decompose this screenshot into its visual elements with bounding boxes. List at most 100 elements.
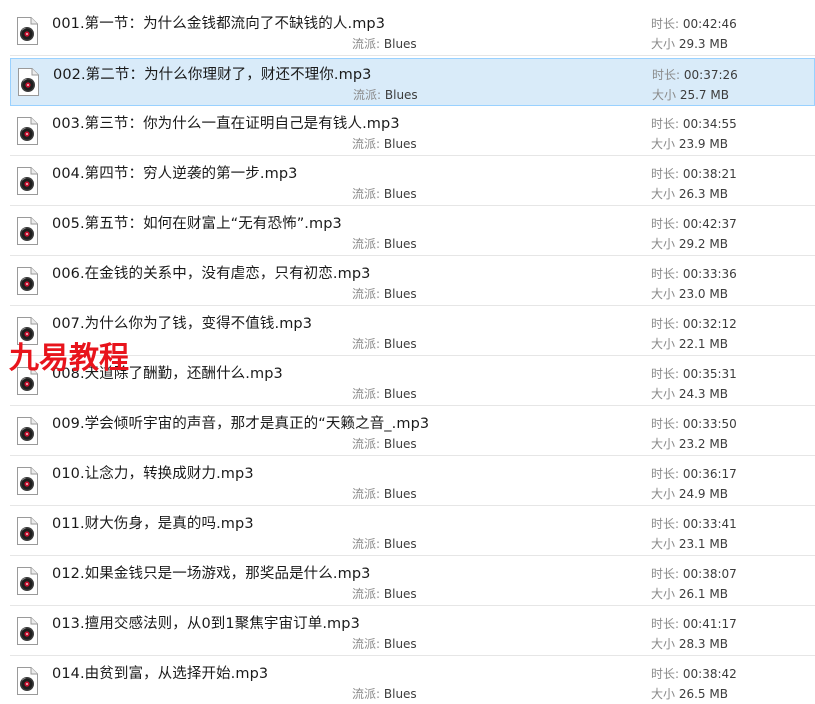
audio-file-icon	[17, 617, 38, 645]
duration-label: 时长:	[651, 417, 680, 431]
size-value: 26.5 MB	[678, 687, 728, 701]
file-name: 006.在金钱的关系中，没有虐恋，只有初恋.mp3	[52, 266, 371, 282]
genre-label: 流派:	[352, 337, 381, 351]
size-value: 22.1 MB	[678, 337, 728, 351]
size-value: 25.7 MB	[679, 88, 729, 102]
file-row-007[interactable]: 007.为什么你为了钱，变得不值钱.mp3 流派: Blues 时长: 00:3…	[10, 308, 815, 356]
genre-label: 流派:	[352, 487, 381, 501]
file-row-001[interactable]: 001.第一节：为什么金钱都流向了不缺钱的人.mp3 流派: Blues 时长:…	[10, 8, 815, 56]
duration-line: 时长: 00:38:21	[651, 165, 737, 182]
duration-line: 时长: 00:33:50	[651, 415, 737, 432]
duration-line: 时长: 00:42:37	[651, 215, 737, 232]
file-row-013[interactable]: 013.擅用交感法则，从0到1聚焦宇宙订单.mp3 流派: Blues 时长: …	[10, 608, 815, 656]
size-value: 23.2 MB	[678, 437, 728, 451]
genre-label: 流派:	[353, 88, 382, 102]
file-name: 004.第四节：穷人逆袭的第一步.mp3	[52, 166, 298, 182]
file-name: 013.擅用交感法则，从0到1聚焦宇宙订单.mp3	[52, 616, 360, 632]
genre-value: Blues	[383, 187, 417, 201]
genre-label: 流派:	[352, 287, 381, 301]
genre-label: 流派:	[352, 637, 381, 651]
genre-value: Blues	[383, 37, 417, 51]
file-name: 003.第三节：你为什么一直在证明自己是有钱人.mp3	[52, 116, 400, 132]
duration-label: 时长:	[651, 217, 680, 231]
genre-label: 流派:	[352, 137, 381, 151]
file-row-006[interactable]: 006.在金钱的关系中，没有虐恋，只有初恋.mp3 流派: Blues 时长: …	[10, 258, 815, 306]
file-row-010[interactable]: 010.让念力，转换成财力.mp3 流派: Blues 时长: 00:36:17…	[10, 458, 815, 506]
genre-label: 流派:	[352, 437, 381, 451]
audio-file-icon	[17, 517, 38, 545]
genre-line: 流派: Blues	[352, 585, 417, 602]
genre-line: 流派: Blues	[352, 385, 417, 402]
duration-line: 时长: 00:32:12	[651, 315, 737, 332]
duration-label: 时长:	[651, 17, 680, 31]
audio-file-icon	[17, 17, 38, 45]
duration-value: 00:33:41	[682, 517, 737, 531]
duration-label: 时长:	[651, 517, 680, 531]
size-line: 大小 28.3 MB	[651, 635, 728, 652]
duration-label: 时长:	[651, 317, 680, 331]
size-line: 大小 26.3 MB	[651, 185, 728, 202]
duration-value: 00:38:07	[682, 567, 737, 581]
genre-label: 流派:	[352, 387, 381, 401]
genre-value: Blues	[383, 587, 417, 601]
genre-value: Blues	[383, 437, 417, 451]
genre-line: 流派: Blues	[353, 86, 418, 103]
size-value: 29.2 MB	[678, 237, 728, 251]
audio-file-icon	[17, 117, 38, 145]
genre-label: 流派:	[352, 537, 381, 551]
file-row-012[interactable]: 012.如果金钱只是一场游戏，那奖品是什么.mp3 流派: Blues 时长: …	[10, 558, 815, 606]
duration-line: 时长: 00:36:17	[651, 465, 737, 482]
genre-value: Blues	[384, 88, 418, 102]
genre-line: 流派: Blues	[352, 135, 417, 152]
genre-line: 流派: Blues	[352, 485, 417, 502]
size-label: 大小	[651, 687, 676, 701]
size-value: 24.3 MB	[678, 387, 728, 401]
size-label: 大小	[651, 237, 676, 251]
genre-value: Blues	[383, 387, 417, 401]
genre-line: 流派: Blues	[352, 635, 417, 652]
file-name: 012.如果金钱只是一场游戏，那奖品是什么.mp3	[52, 566, 371, 582]
size-value: 24.9 MB	[678, 487, 728, 501]
duration-value: 00:33:50	[682, 417, 737, 431]
file-row-011[interactable]: 011.财大伤身，是真的吗.mp3 流派: Blues 时长: 00:33:41…	[10, 508, 815, 556]
duration-line: 时长: 00:33:41	[651, 515, 737, 532]
watermark-text: 九易教程	[9, 341, 129, 376]
genre-value: Blues	[383, 537, 417, 551]
size-line: 大小 23.1 MB	[651, 535, 728, 552]
size-label: 大小	[651, 487, 676, 501]
file-row-014[interactable]: 014.由贫到富，从选择开始.mp3 流派: Blues 时长: 00:38:4…	[10, 658, 815, 704]
size-value: 26.1 MB	[678, 587, 728, 601]
file-name: 005.第五节：如何在财富上“无有恐怖”.mp3	[52, 216, 342, 232]
size-label: 大小	[651, 337, 676, 351]
file-name: 002.第二节：为什么你理财了，财还不理你.mp3	[53, 67, 372, 83]
duration-label: 时长:	[652, 68, 681, 82]
duration-value: 00:42:46	[682, 17, 737, 31]
size-line: 大小 24.9 MB	[651, 485, 728, 502]
duration-line: 时长: 00:34:55	[651, 115, 737, 132]
genre-line: 流派: Blues	[352, 185, 417, 202]
duration-line: 时长: 00:33:36	[651, 265, 737, 282]
genre-value: Blues	[383, 337, 417, 351]
duration-line: 时长: 00:42:46	[651, 15, 737, 32]
duration-value: 00:35:31	[682, 367, 737, 381]
genre-value: Blues	[383, 287, 417, 301]
file-row-005[interactable]: 005.第五节：如何在财富上“无有恐怖”.mp3 流派: Blues 时长: 0…	[10, 208, 815, 256]
duration-value: 00:33:36	[682, 267, 737, 281]
size-label: 大小	[652, 88, 677, 102]
size-label: 大小	[651, 137, 676, 151]
size-line: 大小 23.0 MB	[651, 285, 728, 302]
file-row-009[interactable]: 009.学会倾听宇宙的声音，那才是真正的“天籁之音_.mp3 流派: Blues…	[10, 408, 815, 456]
duration-value: 00:37:26	[683, 68, 738, 82]
genre-line: 流派: Blues	[352, 535, 417, 552]
file-row-003[interactable]: 003.第三节：你为什么一直在证明自己是有钱人.mp3 流派: Blues 时长…	[10, 108, 815, 156]
size-value: 28.3 MB	[678, 637, 728, 651]
audio-file-icon	[17, 417, 38, 445]
file-row-004[interactable]: 004.第四节：穷人逆袭的第一步.mp3 流派: Blues 时长: 00:38…	[10, 158, 815, 206]
size-line: 大小 26.1 MB	[651, 585, 728, 602]
genre-line: 流派: Blues	[352, 285, 417, 302]
genre-label: 流派:	[352, 587, 381, 601]
file-row-008[interactable]: 008.天道除了酬勤，还酬什么.mp3 流派: Blues 时长: 00:35:…	[10, 358, 815, 406]
file-row-002[interactable]: 002.第二节：为什么你理财了，财还不理你.mp3 流派: Blues 时长: …	[10, 58, 815, 106]
audio-file-icon	[17, 217, 38, 245]
duration-label: 时长:	[651, 667, 680, 681]
